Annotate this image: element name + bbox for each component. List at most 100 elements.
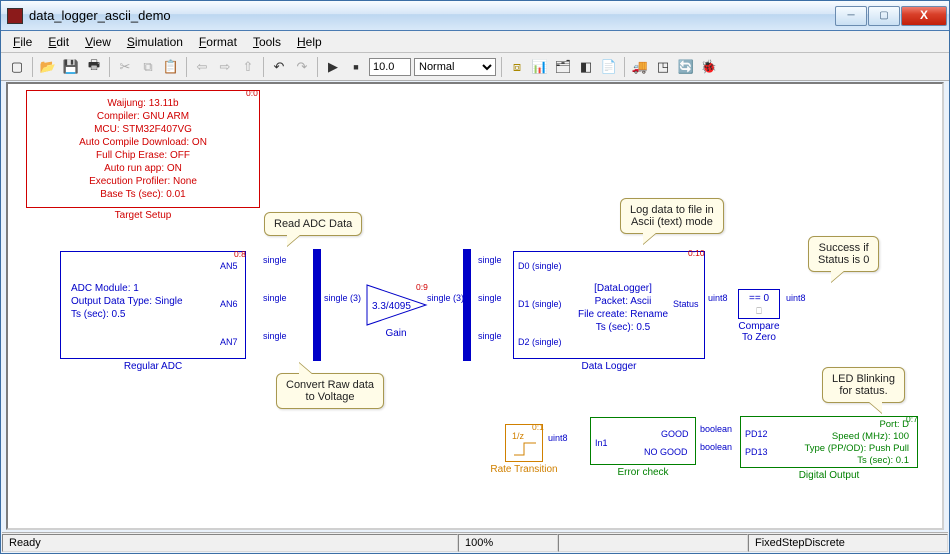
- cmp-n2: To Zero: [742, 332, 776, 343]
- sig4: single (3): [324, 293, 361, 303]
- model-icon[interactable]: ◧: [576, 57, 596, 77]
- logger-tag: 0:10: [688, 248, 705, 258]
- block-mux[interactable]: [313, 249, 321, 361]
- sig5: single (3): [427, 293, 464, 303]
- scope-icon[interactable]: ◳: [653, 57, 673, 77]
- menu-edit[interactable]: Edit: [40, 33, 77, 51]
- title-bar: data_logger_ascii_demo ─ ▢ X: [1, 1, 949, 31]
- menu-bar: File Edit View Simulation Format Tools H…: [1, 31, 949, 53]
- close-button[interactable]: X: [901, 6, 947, 26]
- minimize-button[interactable]: ─: [835, 6, 867, 26]
- dout-tag: 0:7: [906, 414, 918, 424]
- logger-l4: Ts (sec): 0.5: [574, 321, 672, 334]
- cmp-l1: == 0: [739, 293, 779, 305]
- redo-icon[interactable]: ↷: [292, 57, 312, 77]
- mode-select[interactable]: Normal: [414, 58, 496, 76]
- sig9: uint8: [708, 293, 728, 303]
- cmp-n1: Compare: [738, 321, 779, 332]
- dout-name: Digital Output: [740, 470, 918, 481]
- dout-l1: Port: D: [804, 419, 909, 431]
- callout-success: Success ifStatus is 0: [808, 236, 879, 272]
- lib-icon[interactable]: 🗂: [553, 57, 573, 77]
- target-l8: Base Ts (sec): 0.01: [27, 188, 259, 201]
- block-digital-output[interactable]: Port: D Speed (MHz): 100 Type (PP/OD): P…: [740, 416, 918, 468]
- adc-l1: ADC Module: 1: [71, 282, 239, 295]
- block-target-setup[interactable]: Waijung: 13.11b Compiler: GNU ARM MCU: S…: [26, 90, 260, 208]
- sig3: single: [263, 331, 287, 341]
- status-ready: Ready: [2, 534, 458, 552]
- sig1: single: [263, 255, 287, 265]
- sig11: uint8: [548, 433, 568, 443]
- model-canvas[interactable]: Waijung: 13.11b Compiler: GNU ARM MCU: S…: [6, 82, 944, 530]
- save-icon[interactable]: 💾: [61, 57, 81, 77]
- logger-l3: File create: Rename: [574, 308, 672, 321]
- up-icon[interactable]: ⇧: [238, 57, 258, 77]
- sig2: single: [263, 293, 287, 303]
- gain-name: Gain: [366, 328, 426, 339]
- maximize-button[interactable]: ▢: [868, 6, 900, 26]
- target-l4: Auto Compile Download: ON: [27, 136, 259, 149]
- menu-help[interactable]: Help: [289, 33, 330, 51]
- adc-l3: Ts (sec): 0.5: [71, 308, 239, 321]
- sig7: single: [478, 293, 502, 303]
- bug-icon[interactable]: 🐞: [699, 57, 719, 77]
- gain-tag: 0:9: [416, 282, 428, 292]
- build-icon[interactable]: ⧈: [507, 57, 527, 77]
- stop-icon[interactable]: ■: [346, 57, 366, 77]
- callout-convert: Convert Raw datato Voltage: [276, 373, 384, 409]
- block-compare-zero[interactable]: == 0 ⎕: [738, 289, 780, 319]
- target-l3: MCU: STM32F407VG: [27, 123, 259, 136]
- err-g: GOOD: [661, 429, 689, 439]
- toolbar: ▢ 📂 💾 🖶 ✂ ⧉ 📋 ⇦ ⇨ ⇧ ↶ ↷ ▶ ■ Normal ⧈ 📊 🗂…: [1, 53, 949, 81]
- sig13: boolean: [700, 442, 732, 452]
- dout-p1: PD13: [745, 447, 768, 457]
- menu-view[interactable]: View: [77, 33, 119, 51]
- sig8: single: [478, 331, 502, 341]
- build2-icon[interactable]: 📊: [530, 57, 550, 77]
- adc-tag: 0:8: [234, 249, 246, 259]
- refresh-icon[interactable]: 🔄: [676, 57, 696, 77]
- block-demux[interactable]: [463, 249, 471, 361]
- callout-log: Log data to file inAscii (text) mode: [620, 198, 724, 234]
- target-l7: Execution Profiler: None: [27, 175, 259, 188]
- play-icon[interactable]: ▶: [323, 57, 343, 77]
- logger-d2: D2 (single): [518, 337, 562, 347]
- menu-format[interactable]: Format: [191, 33, 245, 51]
- stoptime-input[interactable]: [369, 58, 411, 76]
- err-ng: NO GOOD: [644, 447, 688, 457]
- new-icon[interactable]: ▢: [7, 57, 27, 77]
- adc-name: Regular ADC: [60, 361, 246, 372]
- sig6: single: [478, 255, 502, 265]
- target-name: Target Setup: [26, 210, 260, 221]
- err-in: In1: [595, 438, 608, 448]
- target-l1: Waijung: 13.11b: [27, 97, 259, 110]
- menu-file[interactable]: File: [5, 33, 40, 51]
- print-icon[interactable]: 🖶: [84, 57, 104, 77]
- block-regular-adc[interactable]: ADC Module: 1 Output Data Type: Single T…: [60, 251, 246, 359]
- copy-icon[interactable]: ⧉: [138, 57, 158, 77]
- logger-d0: D0 (single): [518, 261, 562, 271]
- sig12: boolean: [700, 424, 732, 434]
- svg-text:3.3/4095: 3.3/4095: [372, 301, 411, 312]
- adc-p2: AN7: [220, 337, 238, 347]
- target-l5: Full Chip Erase: OFF: [27, 149, 259, 162]
- target-icon[interactable]: 🚚: [630, 57, 650, 77]
- back-icon[interactable]: ⇦: [192, 57, 212, 77]
- callout-led: LED Blinkingfor status.: [822, 367, 905, 403]
- logger-d1: D1 (single): [518, 299, 562, 309]
- undo-icon[interactable]: ↶: [269, 57, 289, 77]
- adc-p0: AN5: [220, 261, 238, 271]
- target-tag: 0:0: [246, 88, 258, 98]
- rate-name: Rate Transition: [482, 464, 566, 475]
- app-icon: [7, 8, 23, 24]
- dout-l3: Type (PP/OD): Push Pull: [804, 443, 909, 455]
- rate-tag: 0:1: [532, 422, 544, 432]
- paste-icon[interactable]: 📋: [161, 57, 181, 77]
- menu-tools[interactable]: Tools: [245, 33, 289, 51]
- cut-icon[interactable]: ✂: [115, 57, 135, 77]
- menu-simulation[interactable]: Simulation: [119, 33, 191, 51]
- open-icon[interactable]: 📂: [38, 57, 58, 77]
- cfg-icon[interactable]: 📄: [599, 57, 619, 77]
- fwd-icon[interactable]: ⇨: [215, 57, 235, 77]
- window-title: data_logger_ascii_demo: [29, 8, 171, 23]
